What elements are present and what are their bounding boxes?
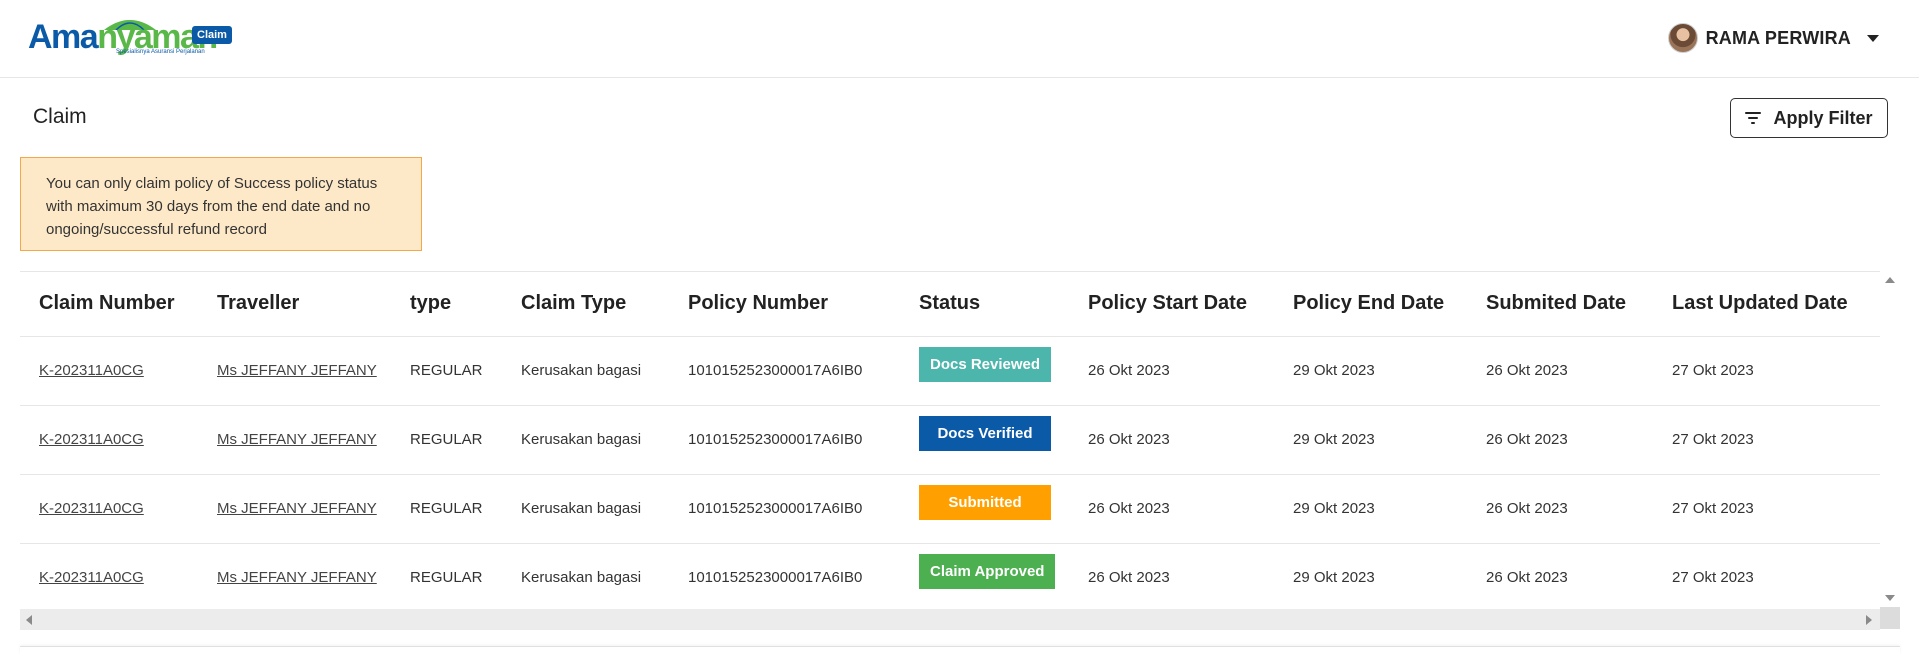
policy-number-cell: 1010152523000017A6IB0 xyxy=(669,336,900,406)
policy-number-cell: 1010152523000017A6IB0 xyxy=(669,405,900,475)
scroll-right-arrow-icon[interactable] xyxy=(1866,615,1872,625)
scrollbar-corner xyxy=(1880,607,1900,629)
policy-number-cell: 1010152523000017A6IB0 xyxy=(669,474,900,544)
filter-icon xyxy=(1745,112,1762,124)
caret-down-icon[interactable] xyxy=(1867,34,1879,42)
table-header-row: Claim Number Traveller type Claim Type P… xyxy=(20,272,1882,337)
claims-table: Claim Number Traveller type Claim Type P… xyxy=(20,272,1882,613)
table-row[interactable]: K-202311A0CG Ms JEFFANY JEFFANY REGULAR … xyxy=(20,543,1882,613)
column-header-policy-number[interactable]: Policy Number xyxy=(669,272,900,337)
column-header-type[interactable]: type xyxy=(391,272,502,337)
status-cell: Submitted xyxy=(900,474,1069,544)
policy-end-date-cell: 29 Okt 2023 xyxy=(1274,336,1467,406)
traveller-link[interactable]: Ms JEFFANY JEFFANY xyxy=(198,336,391,406)
policy-end-date-cell: 29 Okt 2023 xyxy=(1274,405,1467,475)
column-header-traveller[interactable]: Traveller xyxy=(198,272,391,337)
type-cell: REGULAR xyxy=(391,336,502,406)
last-updated-date-cell: 27 Okt 2023 xyxy=(1653,405,1882,475)
scroll-up-arrow-icon[interactable] xyxy=(1885,277,1895,283)
submitted-date-cell: 26 Okt 2023 xyxy=(1467,543,1653,613)
type-cell: REGULAR xyxy=(391,543,502,613)
policy-end-date-cell: 29 Okt 2023 xyxy=(1274,474,1467,544)
status-badge: Claim Approved xyxy=(919,554,1056,589)
claims-table-container[interactable]: Claim Number Traveller type Claim Type P… xyxy=(20,271,1900,629)
policy-number-cell: 1010152523000017A6IB0 xyxy=(669,543,900,613)
amanyaman-logo[interactable]: Amanyaman Spesialisnya Asuransi Perjalan… xyxy=(28,16,248,62)
scroll-left-arrow-icon[interactable] xyxy=(26,615,32,625)
last-updated-date-cell: 27 Okt 2023 xyxy=(1653,336,1882,406)
policy-start-date-cell: 26 Okt 2023 xyxy=(1069,543,1274,613)
bottom-divider xyxy=(20,646,1900,654)
policy-start-date-cell: 26 Okt 2023 xyxy=(1069,474,1274,544)
last-updated-date-cell: 27 Okt 2023 xyxy=(1653,543,1882,613)
logo-tagline: Spesialisnya Asuransi Perjalanan xyxy=(116,49,205,55)
table-row[interactable]: K-202311A0CG Ms JEFFANY JEFFANY REGULAR … xyxy=(20,405,1882,475)
user-menu[interactable]: RAMA PERWIRA xyxy=(1667,22,1879,54)
column-header-claim-number[interactable]: Claim Number xyxy=(20,272,198,337)
status-badge: Docs Reviewed xyxy=(919,347,1052,382)
claim-type-cell: Kerusakan bagasi xyxy=(502,543,669,613)
status-cell: Docs Reviewed xyxy=(900,336,1069,406)
column-header-status[interactable]: Status xyxy=(900,272,1069,337)
traveller-link[interactable]: Ms JEFFANY JEFFANY xyxy=(198,474,391,544)
apply-filter-button[interactable]: Apply Filter xyxy=(1730,98,1888,138)
policy-start-date-cell: 26 Okt 2023 xyxy=(1069,405,1274,475)
status-badge: Docs Verified xyxy=(919,416,1051,451)
type-cell: REGULAR xyxy=(391,474,502,544)
column-header-policy-end-date[interactable]: Policy End Date xyxy=(1274,272,1467,337)
status-badge: Submitted xyxy=(919,485,1051,520)
user-name: RAMA PERWIRA xyxy=(1705,27,1851,48)
submitted-date-cell: 26 Okt 2023 xyxy=(1467,474,1653,544)
claim-type-cell: Kerusakan bagasi xyxy=(502,405,669,475)
submitted-date-cell: 26 Okt 2023 xyxy=(1467,405,1653,475)
column-header-claim-type[interactable]: Claim Type xyxy=(502,272,669,337)
type-cell: REGULAR xyxy=(391,405,502,475)
claim-number-link[interactable]: K-202311A0CG xyxy=(20,336,198,406)
apply-filter-label: Apply Filter xyxy=(1773,107,1873,128)
policy-end-date-cell: 29 Okt 2023 xyxy=(1274,543,1467,613)
horizontal-scrollbar[interactable] xyxy=(20,609,1880,630)
claim-number-link[interactable]: K-202311A0CG xyxy=(20,405,198,475)
last-updated-date-cell: 27 Okt 2023 xyxy=(1653,474,1882,544)
app-header: Amanyaman Spesialisnya Asuransi Perjalan… xyxy=(0,0,1919,78)
claim-notice: You can only claim policy of Success pol… xyxy=(20,157,422,251)
page-title: Claim xyxy=(33,105,87,128)
status-cell: Docs Verified xyxy=(900,405,1069,475)
claim-type-cell: Kerusakan bagasi xyxy=(502,474,669,544)
column-header-submitted-date[interactable]: Submited Date xyxy=(1467,272,1653,337)
scroll-down-arrow-icon[interactable] xyxy=(1885,595,1895,601)
table-row[interactable]: K-202311A0CG Ms JEFFANY JEFFANY REGULAR … xyxy=(20,336,1882,406)
status-cell: Claim Approved xyxy=(900,543,1069,613)
policy-start-date-cell: 26 Okt 2023 xyxy=(1069,336,1274,406)
traveller-link[interactable]: Ms JEFFANY JEFFANY xyxy=(198,405,391,475)
column-header-last-updated-date[interactable]: Last Updated Date xyxy=(1653,272,1882,337)
claim-number-link[interactable]: K-202311A0CG xyxy=(20,543,198,613)
logo-claim-badge: Claim xyxy=(192,26,232,44)
vertical-scrollbar[interactable] xyxy=(1880,271,1900,629)
traveller-link[interactable]: Ms JEFFANY JEFFANY xyxy=(198,543,391,613)
avatar xyxy=(1667,23,1698,53)
column-header-policy-start-date[interactable]: Policy Start Date xyxy=(1069,272,1274,337)
table-row[interactable]: K-202311A0CG Ms JEFFANY JEFFANY REGULAR … xyxy=(20,474,1882,544)
submitted-date-cell: 26 Okt 2023 xyxy=(1467,336,1653,406)
claim-number-link[interactable]: K-202311A0CG xyxy=(20,474,198,544)
claim-type-cell: Kerusakan bagasi xyxy=(502,336,669,406)
